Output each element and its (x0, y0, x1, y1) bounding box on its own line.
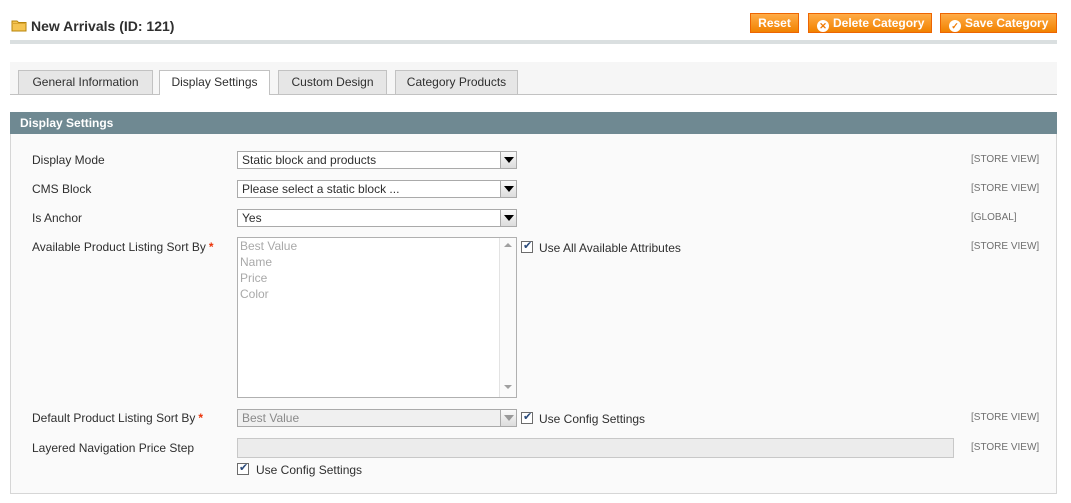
scope-label: [GLOBAL] (971, 212, 1017, 223)
list-item[interactable]: Name (238, 254, 516, 270)
use-all-attributes-checkbox[interactable] (521, 239, 533, 253)
default-sort-by-select[interactable]: Best Value (237, 409, 517, 427)
save-button-label: Save Category (965, 16, 1049, 30)
folder-icon (11, 20, 27, 32)
delete-category-button[interactable]: ✕ Delete Category (808, 13, 932, 33)
page-title: New Arrivals (ID: 121) (31, 18, 175, 34)
scroll-up-icon[interactable] (504, 243, 512, 247)
display-mode-label: Display Mode (32, 153, 105, 167)
list-item[interactable]: Best Value (238, 238, 516, 254)
required-mark: * (198, 411, 204, 425)
tab-label: Display Settings (171, 75, 258, 89)
display-mode-select[interactable]: Static block and products (237, 151, 517, 169)
price-step-label: Layered Navigation Price Step (32, 441, 195, 455)
scroll-down-icon[interactable] (504, 385, 512, 389)
section-header: Display Settings (10, 112, 1057, 134)
delete-button-label: Delete Category (833, 16, 925, 30)
scope-label: [STORE VIEW] (971, 241, 1040, 252)
default-sort-use-config-label: Use Config Settings (539, 412, 646, 426)
reset-button[interactable]: Reset (750, 13, 799, 33)
list-item[interactable]: Price (238, 270, 516, 286)
price-step-use-config-label: Use Config Settings (256, 463, 363, 477)
page-header: New Arrivals (ID: 121) Reset ✕ Delete Cat… (0, 0, 1071, 46)
cms-block-select[interactable]: Please select a static block ... (237, 180, 517, 198)
reset-button-label: Reset (758, 16, 791, 30)
scope-label: [STORE VIEW] (971, 442, 1040, 453)
default-sort-by-label-text: Default Product Listing Sort By (32, 411, 196, 425)
required-mark: * (208, 240, 214, 254)
scope-label: [STORE VIEW] (971, 154, 1040, 165)
title-divider (10, 40, 1057, 44)
tab-label: Category Products (406, 75, 507, 89)
price-step-input[interactable] (237, 438, 954, 458)
scrollbar[interactable] (499, 238, 516, 397)
save-category-button[interactable]: ✓ Save Category (940, 13, 1057, 33)
tab-general-information[interactable]: General Information (18, 70, 153, 94)
use-all-attributes-label: Use All Available Attributes (539, 241, 681, 255)
chevron-down-icon (500, 210, 516, 226)
display-mode-value: Static block and products (242, 153, 377, 167)
default-sort-use-config-checkbox[interactable] (521, 410, 533, 424)
default-sort-by-label: Default Product Listing Sort By * (32, 411, 203, 425)
is-anchor-value: Yes (242, 211, 262, 225)
available-sort-by-label-text: Available Product Listing Sort By (32, 240, 206, 254)
chevron-down-icon (500, 410, 516, 426)
price-step-use-config-checkbox[interactable] (237, 461, 249, 475)
scope-label: [STORE VIEW] (971, 183, 1040, 194)
tab-custom-design[interactable]: Custom Design (278, 70, 387, 94)
default-sort-by-value: Best Value (242, 411, 300, 425)
is-anchor-select[interactable]: Yes (237, 209, 517, 227)
scope-label: [STORE VIEW] (971, 412, 1040, 423)
cms-block-label: CMS Block (32, 182, 92, 196)
chevron-down-icon (500, 152, 516, 168)
cms-block-value: Please select a static block ... (242, 182, 400, 196)
checkmark-icon: ✓ (949, 20, 961, 32)
tab-label: Custom Design (291, 75, 374, 89)
tab-label: General Information (32, 75, 139, 89)
available-sort-by-label: Available Product Listing Sort By * (32, 240, 214, 254)
list-item[interactable]: Color (238, 286, 516, 302)
chevron-down-icon (500, 181, 516, 197)
tab-display-settings[interactable]: Display Settings (159, 70, 270, 95)
available-sort-by-multiselect[interactable]: Best Value Name Price Color (237, 237, 517, 398)
is-anchor-label: Is Anchor (32, 211, 83, 225)
tab-category-products[interactable]: Category Products (395, 70, 518, 94)
delete-icon: ✕ (817, 20, 829, 32)
